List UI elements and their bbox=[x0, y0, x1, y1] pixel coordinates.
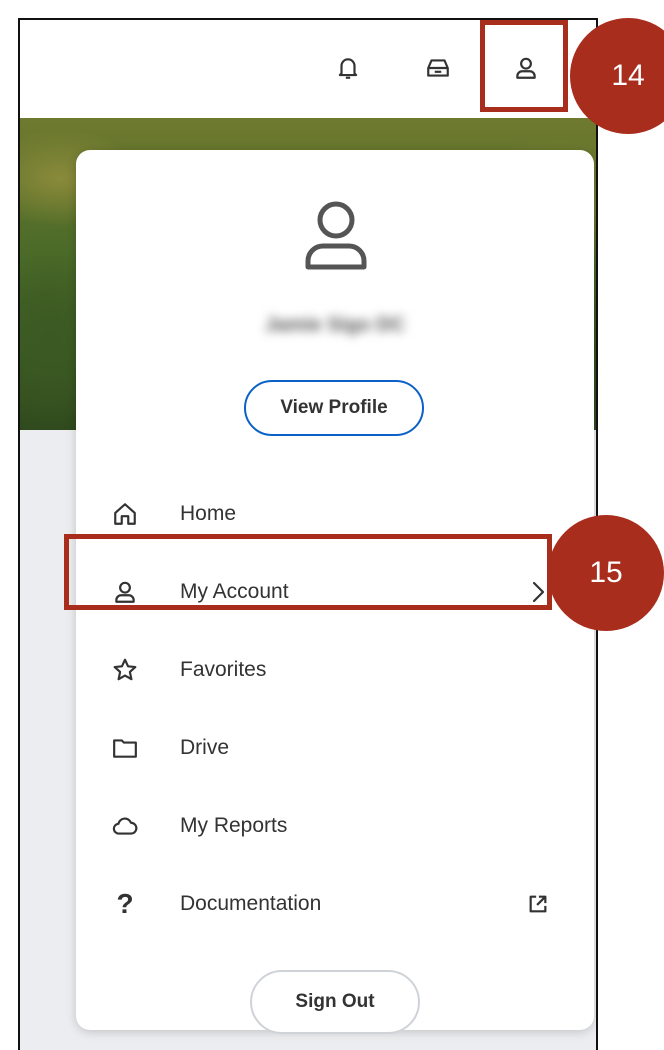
menu-item-label: Documentation bbox=[180, 892, 322, 915]
profile-icon bbox=[513, 55, 539, 86]
bell-icon bbox=[335, 55, 361, 86]
question-icon: ? bbox=[116, 888, 134, 919]
menu-item-my-reports[interactable]: My Reports bbox=[76, 796, 594, 856]
user-name: Jamie Sigo DC bbox=[264, 314, 406, 336]
inbox-button[interactable] bbox=[412, 40, 464, 100]
star-icon bbox=[112, 657, 138, 683]
profile-menu-panel: Jamie Sigo DC View Profile Home My Accou… bbox=[76, 150, 594, 1034]
chevron-right-icon bbox=[526, 580, 550, 604]
menu-item-label: My Account bbox=[180, 580, 289, 603]
user-icon bbox=[112, 579, 138, 605]
menu-item-label: Drive bbox=[180, 736, 230, 759]
user-avatar-icon bbox=[303, 198, 369, 270]
menu-item-drive[interactable]: Drive bbox=[76, 718, 594, 778]
menu-item-label: Home bbox=[180, 502, 237, 525]
folder-icon bbox=[112, 735, 138, 761]
inbox-icon bbox=[425, 55, 451, 86]
notifications-button[interactable] bbox=[322, 40, 374, 100]
home-icon bbox=[112, 501, 138, 527]
view-profile-button[interactable]: View Profile bbox=[244, 380, 424, 436]
app-window: Jamie Sigo DC View Profile Home My Accou… bbox=[18, 18, 598, 1050]
menu-item-my-account[interactable]: My Account bbox=[76, 562, 594, 622]
menu-item-home[interactable]: Home bbox=[76, 484, 594, 544]
menu-item-label: Favorites bbox=[180, 658, 267, 681]
sign-out-button[interactable]: Sign Out bbox=[250, 970, 420, 1034]
menu-item-documentation[interactable]: ? Documentation bbox=[76, 874, 594, 934]
top-bar bbox=[20, 20, 596, 118]
cloud-icon bbox=[112, 813, 138, 839]
profile-button[interactable] bbox=[500, 40, 552, 100]
step-badge-15: 15 bbox=[548, 515, 664, 631]
menu-item-favorites[interactable]: Favorites bbox=[76, 640, 594, 700]
external-link-icon bbox=[526, 892, 550, 916]
menu-item-label: My Reports bbox=[180, 814, 288, 837]
